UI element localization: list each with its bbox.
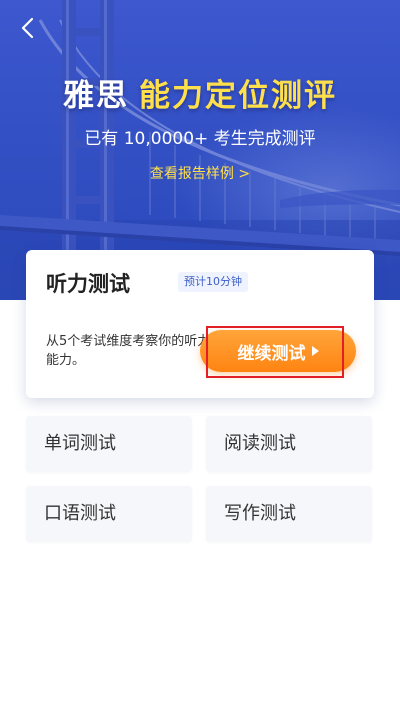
hero-title-highlight: 能力定位测评 bbox=[139, 78, 337, 114]
card-description: 从5个考试维度考察你的听力能力。 bbox=[46, 334, 211, 368]
hero-subtitle: 已有 10,0000+ 考生完成测评 bbox=[84, 129, 316, 149]
hero-title: 雅思 能力定位测评 bbox=[0, 70, 400, 115]
hero-title-main: 雅思 bbox=[63, 78, 129, 114]
writing-test-tile[interactable]: 写作测试 bbox=[206, 486, 372, 542]
reading-test-tile[interactable]: 阅读测试 bbox=[206, 416, 372, 472]
tile-label: 写作测试 bbox=[224, 503, 296, 524]
highlight-box bbox=[206, 326, 344, 378]
page: 雅思 能力定位测评 已有 10,0000+ 考生完成测评 查看报告样例 > 听力测… bbox=[0, 0, 400, 711]
vocabulary-test-tile[interactable]: 单词测试 bbox=[26, 416, 192, 472]
card-title: 听力测试 bbox=[46, 272, 130, 296]
tile-label: 阅读测试 bbox=[224, 433, 296, 454]
back-button[interactable] bbox=[14, 14, 42, 42]
chevron-left-icon bbox=[21, 17, 34, 39]
tile-label: 单词测试 bbox=[44, 433, 116, 454]
time-estimate-badge: 预计10分钟 bbox=[178, 272, 248, 292]
speaking-test-tile[interactable]: 口语测试 bbox=[26, 486, 192, 542]
tile-label: 口语测试 bbox=[44, 503, 116, 524]
listening-test-card: 听力测试 预计10分钟 从5个考试维度考察你的听力能力。 继续测试 bbox=[26, 250, 374, 398]
sample-report-link[interactable]: 查看报告样例 > bbox=[0, 163, 400, 183]
